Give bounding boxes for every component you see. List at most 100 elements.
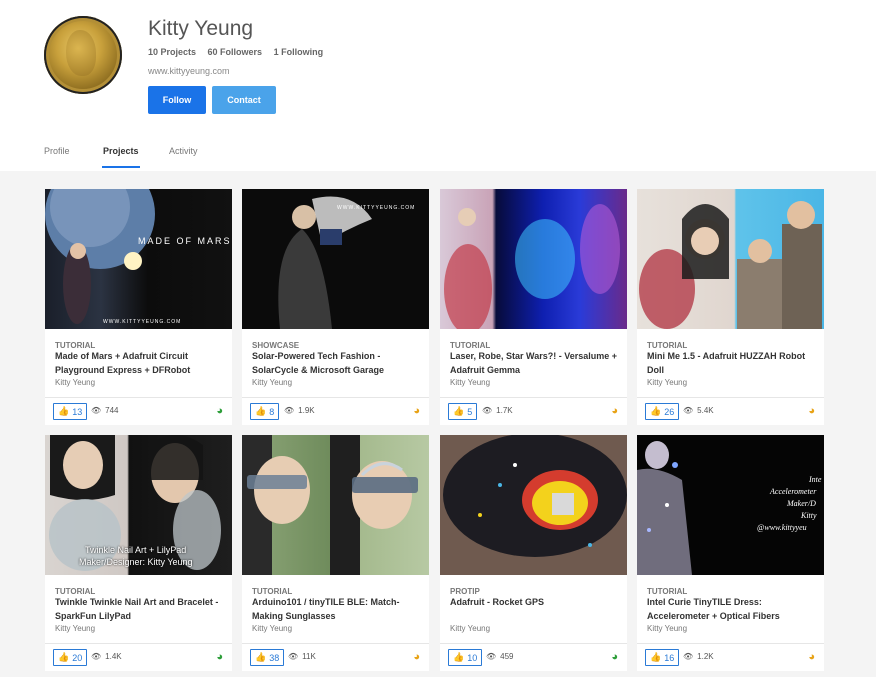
project-title[interactable]: Adafruit - Rocket GPS <box>450 595 620 609</box>
project-card[interactable]: MADE OF MARS WWW.KITTYYEUNG.COM TUTORIAL… <box>45 189 232 425</box>
view-stats: 👁 1.7K <box>482 406 513 415</box>
respect-gauge-icon: ◕ <box>216 405 223 417</box>
like-count: 13 <box>72 406 83 417</box>
followers-count[interactable]: 60 Followers <box>208 47 263 57</box>
project-card[interactable]: TUTORIAL Mini Me 1.5 - Adafruit HUZZAH R… <box>637 189 824 425</box>
like-count: 8 <box>269 406 275 417</box>
thumbs-up-icon: 👍 <box>650 652 662 662</box>
eye-icon: 👁 <box>683 652 694 661</box>
project-title[interactable]: Arduino101 / tinyTILE BLE: Match-Making … <box>252 595 422 623</box>
view-count: 1.2K <box>697 652 714 661</box>
project-thumbnail[interactable]: MADE OF MARS WWW.KITTYYEUNG.COM <box>45 189 232 329</box>
respect-gauge-icon: ◕ <box>611 405 618 417</box>
like-count: 10 <box>467 652 478 663</box>
project-thumbnail[interactable] <box>637 189 824 329</box>
respect-gauge-icon: ◕ <box>611 651 618 663</box>
thumbnail-caption-line4: Kitty <box>801 511 817 520</box>
view-stats: 👁 459 <box>486 652 514 661</box>
profile-stats: 10 Projects 60 Followers 1 Following <box>148 47 332 57</box>
card-divider <box>242 643 429 644</box>
project-thumbnail[interactable] <box>440 435 627 575</box>
tab-projects[interactable]: Projects <box>103 146 139 156</box>
card-divider <box>45 397 232 398</box>
thumbs-up-icon: 👍 <box>650 406 662 416</box>
project-title[interactable]: Made of Mars + Adafruit Circuit Playgrou… <box>55 349 225 377</box>
view-count: 11K <box>302 652 316 661</box>
project-title[interactable]: Twinkle Twinkle Nail Art and Bracelet - … <box>55 595 225 623</box>
thumbs-up-icon: 👍 <box>453 406 465 416</box>
project-title[interactable]: Laser, Robe, Star Wars?! - Versalume + A… <box>450 349 620 377</box>
like-button[interactable]: 👍 26 <box>645 403 680 420</box>
profile-header: Kitty Yeung 10 Projects 60 Followers 1 F… <box>0 0 876 171</box>
card-divider <box>440 643 627 644</box>
project-card[interactable]: PROTIP Adafruit - Rocket GPS Kitty Yeung… <box>440 435 627 671</box>
card-divider <box>637 397 824 398</box>
avatar[interactable] <box>44 16 122 94</box>
like-count: 20 <box>72 652 83 663</box>
like-button[interactable]: 👍 10 <box>448 649 483 666</box>
thumbnail-caption-secondary: WWW.KITTYYEUNG.COM <box>103 319 182 325</box>
tab-activity[interactable]: Activity <box>169 146 198 156</box>
project-card[interactable]: TUTORIAL Arduino101 / tinyTILE BLE: Matc… <box>242 435 429 671</box>
project-author[interactable]: Kitty Yeung <box>252 624 292 633</box>
view-stats: 👁 1.9K <box>284 406 315 415</box>
view-stats: 👁 744 <box>91 406 119 415</box>
project-author[interactable]: Kitty Yeung <box>55 624 95 633</box>
eye-icon: 👁 <box>482 406 493 415</box>
project-author[interactable]: Kitty Yeung <box>450 378 490 387</box>
thumbnail-caption: WWW.KITTYYEUNG.COM <box>337 205 416 211</box>
thumbnail-caption: Inte <box>809 475 822 484</box>
project-author[interactable]: Kitty Yeung <box>252 378 292 387</box>
thumbnail-caption-line5: @www.kittyyeu <box>757 523 807 532</box>
thumbs-up-icon: 👍 <box>58 406 70 416</box>
project-card[interactable]: Twinkle Nail Art + LilyPad Maker/Designe… <box>45 435 232 671</box>
view-count: 1.4K <box>105 652 122 661</box>
projects-count[interactable]: 10 Projects <box>148 47 196 57</box>
like-button[interactable]: 👍 13 <box>53 403 88 420</box>
project-card[interactable]: WWW.KITTYYEUNG.COM SHOWCASE Solar-Powere… <box>242 189 429 425</box>
project-card[interactable]: TUTORIAL Laser, Robe, Star Wars?! - Vers… <box>440 189 627 425</box>
project-thumbnail[interactable]: WWW.KITTYYEUNG.COM <box>242 189 429 329</box>
respect-gauge-icon: ◕ <box>216 651 223 663</box>
view-count: 1.7K <box>496 406 513 415</box>
like-button[interactable]: 👍 38 <box>250 649 285 666</box>
card-divider <box>242 397 429 398</box>
project-card[interactable]: Inte Accelerometer Maker/D Kitty @www.ki… <box>637 435 824 671</box>
thumbs-up-icon: 👍 <box>58 652 70 662</box>
follow-button[interactable]: Follow <box>148 86 206 114</box>
project-thumbnail[interactable] <box>440 189 627 329</box>
respect-gauge-icon: ◕ <box>413 405 420 417</box>
view-stats: 👁 5.4K <box>683 406 714 415</box>
view-count: 459 <box>500 652 514 661</box>
project-author[interactable]: Kitty Yeung <box>450 624 490 633</box>
eye-icon: 👁 <box>91 652 102 661</box>
project-thumbnail[interactable] <box>242 435 429 575</box>
view-count: 5.4K <box>697 406 714 415</box>
like-button[interactable]: 👍 20 <box>53 649 88 666</box>
like-button[interactable]: 👍 8 <box>250 403 280 420</box>
thumbs-up-icon: 👍 <box>255 406 267 416</box>
thumbnail-caption-line2: Accelerometer <box>770 487 817 496</box>
view-count: 1.9K <box>298 406 315 415</box>
project-title[interactable]: Intel Curie TinyTILE Dress: Acceleromete… <box>647 595 817 623</box>
view-stats: 👁 1.4K <box>91 652 122 661</box>
following-count[interactable]: 1 Following <box>274 47 324 57</box>
project-thumbnail[interactable]: Inte Accelerometer Maker/D Kitty @www.ki… <box>637 435 824 575</box>
view-stats: 👁 11K <box>288 652 316 661</box>
view-stats: 👁 1.2K <box>683 652 714 661</box>
like-count: 26 <box>664 406 675 417</box>
tab-profile[interactable]: Profile <box>44 146 70 156</box>
like-button[interactable]: 👍 5 <box>448 403 478 420</box>
project-thumbnail[interactable]: Twinkle Nail Art + LilyPad Maker/Designe… <box>45 435 232 575</box>
eye-icon: 👁 <box>288 652 299 661</box>
project-title[interactable]: Solar-Powered Tech Fashion - SolarCycle … <box>252 349 422 377</box>
website-link[interactable]: www.kittyyeung.com <box>148 66 230 76</box>
project-author[interactable]: Kitty Yeung <box>647 378 687 387</box>
profile-name: Kitty Yeung <box>148 17 254 40</box>
contact-button[interactable]: Contact <box>212 86 276 114</box>
like-count: 5 <box>467 406 473 417</box>
like-button[interactable]: 👍 16 <box>645 649 680 666</box>
project-author[interactable]: Kitty Yeung <box>647 624 687 633</box>
project-title[interactable]: Mini Me 1.5 - Adafruit HUZZAH Robot Doll <box>647 349 817 377</box>
project-author[interactable]: Kitty Yeung <box>55 378 95 387</box>
